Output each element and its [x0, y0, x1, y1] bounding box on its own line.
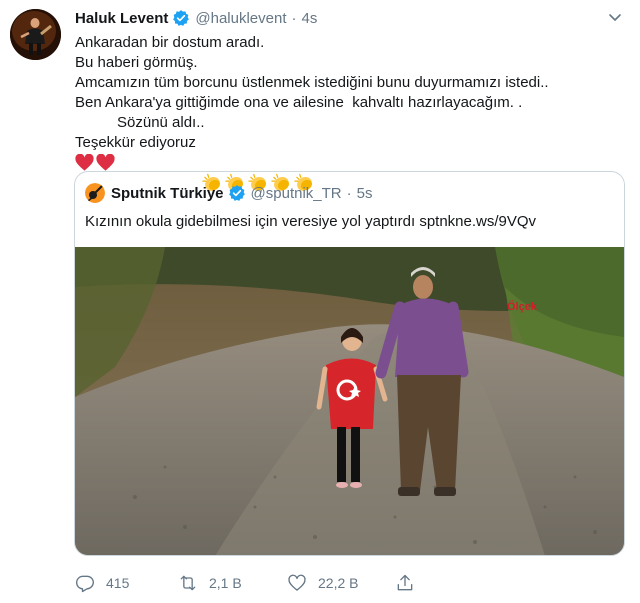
sputnik-logo[interactable]	[85, 183, 105, 203]
retweet-button[interactable]: 2,1 B	[178, 571, 242, 595]
tweet-line-promise: Sözünü aldı..	[75, 113, 625, 171]
clapping-hands-emoji	[271, 133, 292, 191]
chevron-down-icon[interactable]	[607, 9, 623, 25]
red-heart-emoji	[75, 114, 94, 171]
avatar[interactable]	[10, 9, 61, 60]
clapping-hands-emoji	[294, 133, 315, 191]
author-handle[interactable]: @haluklevent	[195, 10, 286, 27]
share-icon	[395, 573, 426, 593]
tweet[interactable]: Haluk Levent @haluklevent · 4s Ankaradan…	[0, 0, 640, 603]
heart-icon	[287, 573, 318, 593]
quoted-tweet[interactable]: Sputnik Türkiye @sputnik_TR · 5s Kızının…	[74, 171, 625, 556]
like-count: 22,2 B	[318, 575, 359, 591]
tweet-actions: 415 2,1 B 22,2 B	[75, 571, 625, 595]
quoted-author-handle[interactable]: @sputnik_TR	[251, 185, 342, 202]
retweet-count: 2,1 B	[209, 575, 242, 591]
quoted-tweet-header: Sputnik Türkiye @sputnik_TR · 5s	[85, 183, 372, 203]
tweet-line-thanks: Teşekkür ediyoruz	[75, 133, 625, 191]
separator: ·	[346, 184, 352, 202]
thanks-text: Teşekkür ediyoruz	[75, 134, 196, 151]
clapping-hands-emoji	[225, 133, 246, 191]
like-button[interactable]: 22,2 B	[287, 571, 358, 595]
separator: ·	[291, 9, 297, 27]
tweet-line: Ankaradan bir dostum aradı.	[75, 34, 265, 51]
tweet-line: Bu haberi görmüş.	[75, 54, 198, 71]
red-heart-emoji	[96, 114, 115, 171]
quoted-time[interactable]: 5s	[357, 185, 373, 202]
quoted-author-name[interactable]: Sputnik Türkiye	[111, 185, 224, 202]
reply-icon	[75, 573, 106, 593]
reply-count: 415	[106, 575, 130, 591]
media-watermark: Ölçek	[507, 300, 538, 313]
clapping-hands-emoji	[248, 133, 269, 191]
tweet-text: Ankaradan bir dostum aradı. Bu haberi gö…	[75, 33, 625, 191]
reply-button[interactable]: 415	[75, 571, 129, 595]
tweet-line: Amcamızın tüm borcunu üstlenmek istediği…	[75, 74, 549, 91]
tweet-header: Haluk Levent @haluklevent · 4s	[75, 8, 317, 28]
verified-badge-icon	[228, 184, 246, 202]
clapping-hands-emoji	[202, 133, 223, 191]
retweet-icon	[178, 573, 209, 593]
verified-badge-icon	[172, 9, 190, 27]
tweet-time[interactable]: 4s	[302, 10, 318, 27]
author-name[interactable]: Haluk Levent	[75, 10, 168, 27]
tweet-line: Ben Ankara'ya gittiğimde ona ve ailesine…	[75, 94, 523, 111]
quoted-media-image[interactable]: Ölçek	[75, 247, 624, 555]
promise-text: Sözünü aldı..	[117, 114, 205, 131]
quoted-text: Kızının okula gidebilmesi için veresiye …	[85, 213, 537, 230]
share-button[interactable]	[395, 571, 426, 595]
